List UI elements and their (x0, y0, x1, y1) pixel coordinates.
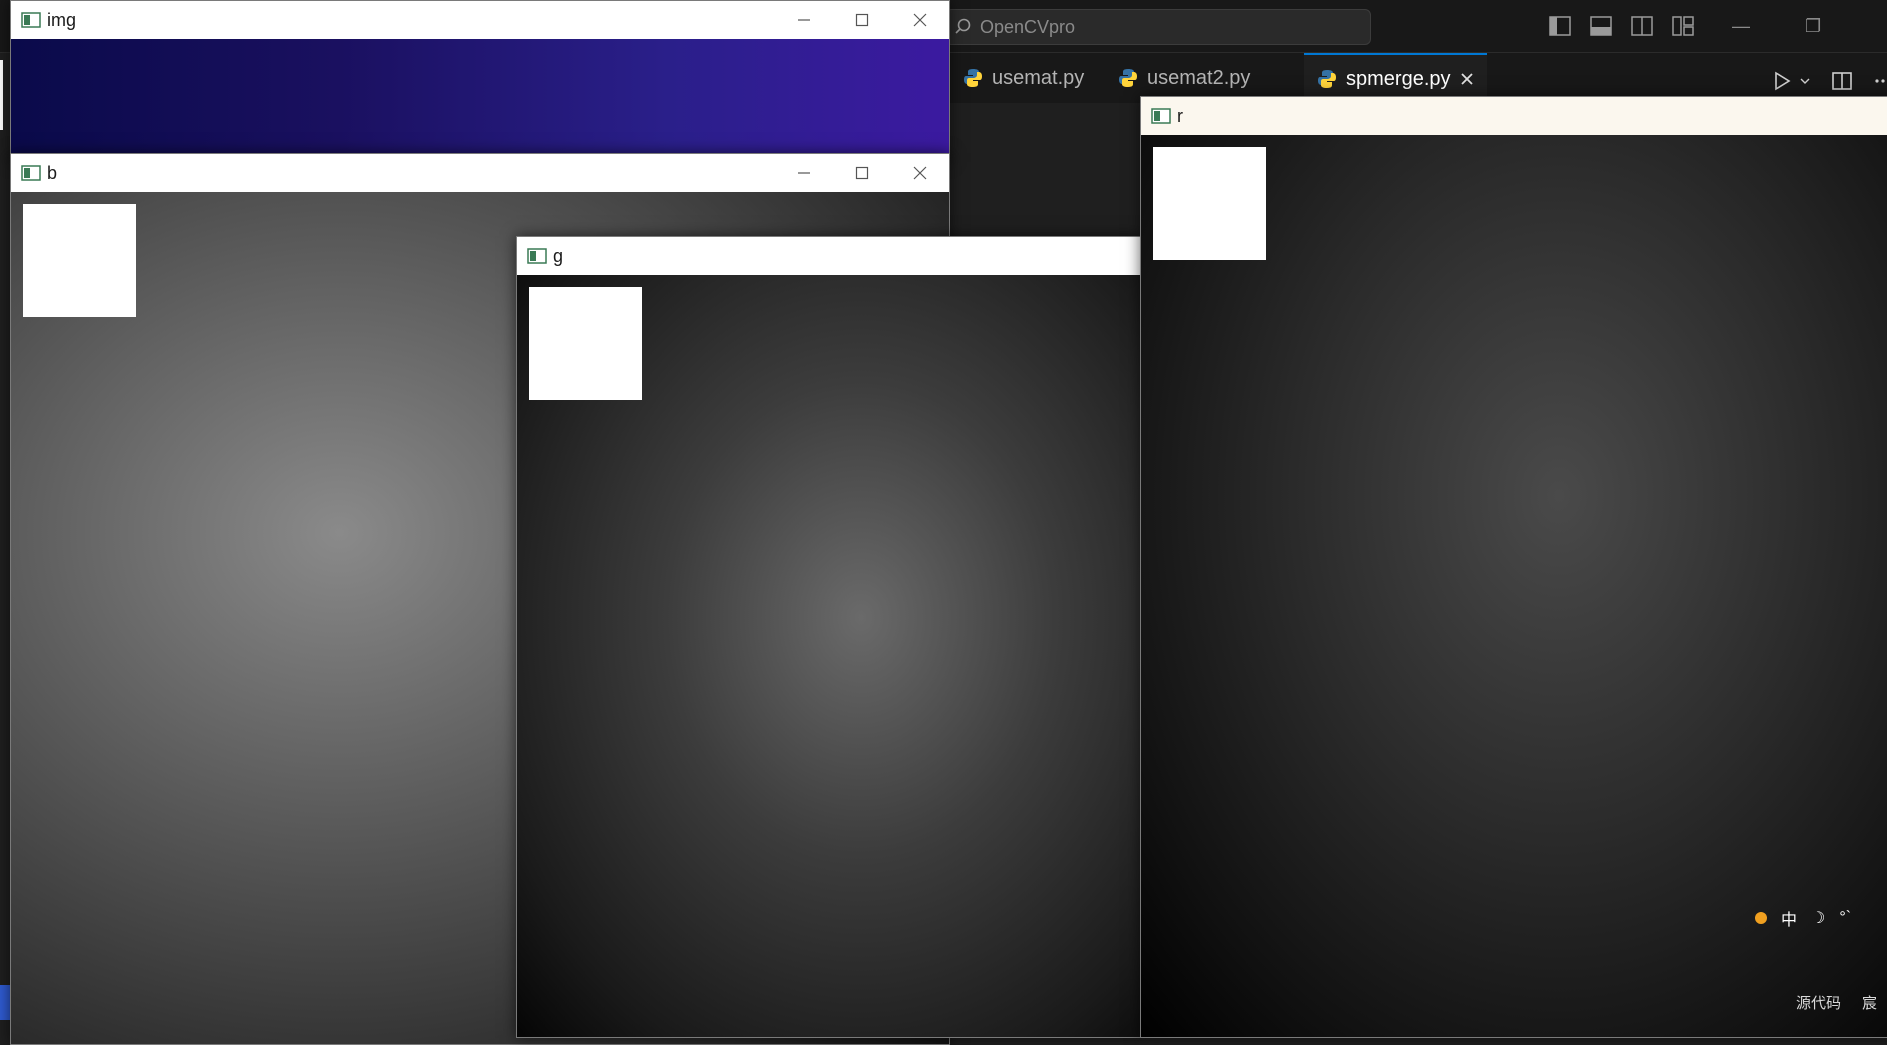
status-dot-icon (1755, 912, 1767, 924)
app-icon (527, 248, 547, 264)
desktop-edge (0, 60, 3, 130)
split-editor-icon[interactable] (1831, 70, 1853, 92)
window-title: r (1177, 105, 1183, 126)
image-canvas (11, 39, 949, 161)
watermark-extra: 宸 (1862, 995, 1878, 1012)
green-channel-canvas (517, 275, 1142, 1037)
app-icon (1151, 108, 1171, 124)
window-img[interactable]: img (10, 0, 950, 162)
white-square (23, 204, 136, 317)
minimize-button[interactable] (775, 1, 833, 39)
python-icon (1318, 70, 1336, 88)
search-icon (955, 18, 971, 34)
window-title: g (553, 245, 564, 266)
watermark-text: 源代码 (1796, 995, 1842, 1012)
search-text: OpenCVpro (980, 16, 1076, 37)
window-title: b (47, 162, 58, 183)
window-g[interactable]: g (516, 236, 1143, 1038)
tab-label: usemat2.py (1147, 66, 1251, 89)
maximize-button[interactable] (833, 154, 891, 192)
restore-icon[interactable]: ❐ (1805, 16, 1821, 37)
close-icon[interactable] (1459, 71, 1475, 87)
close-button[interactable] (891, 1, 949, 39)
window-titlebar[interactable]: g (517, 237, 1142, 275)
window-title: img (47, 9, 77, 30)
white-square (1153, 147, 1266, 260)
customize-layout-icon[interactable] (1671, 14, 1695, 38)
red-channel-canvas (1141, 135, 1887, 1037)
layout-controls (1548, 14, 1695, 38)
settings-icon[interactable]: °` (1839, 909, 1851, 927)
toggle-panel-icon[interactable] (1589, 14, 1613, 38)
command-center-search[interactable]: OpenCVpro (945, 9, 1371, 45)
window-r[interactable]: r (1140, 96, 1887, 1038)
moon-icon[interactable]: ☽ (1811, 908, 1825, 928)
toggle-primary-sidebar-icon[interactable] (1548, 14, 1572, 38)
window-titlebar[interactable]: img (11, 1, 949, 39)
ime-tray: 中 ☽ °` (1755, 906, 1851, 930)
taskbar-edge (0, 985, 10, 1020)
python-icon (1119, 69, 1137, 87)
python-icon (964, 69, 982, 87)
close-button[interactable] (891, 154, 949, 192)
minimize-button[interactable] (775, 154, 833, 192)
tab-usemat[interactable]: usemat.py (950, 53, 1096, 103)
ime-indicator[interactable]: 中 (1781, 906, 1797, 930)
white-square (529, 287, 642, 400)
run-icon[interactable] (1771, 70, 1793, 92)
chevron-down-icon[interactable] (1799, 70, 1811, 92)
app-icon (21, 165, 41, 181)
maximize-button[interactable] (833, 1, 891, 39)
toggle-secondary-sidebar-icon[interactable] (1630, 14, 1654, 38)
tab-label: usemat.py (992, 66, 1085, 89)
editor-actions (1771, 70, 1887, 92)
minimize-icon[interactable]: — (1732, 16, 1750, 37)
window-titlebar[interactable]: r (1141, 97, 1887, 135)
app-icon (21, 12, 41, 28)
tab-label: spmerge.py (1346, 67, 1451, 90)
more-actions-icon[interactable] (1873, 70, 1887, 92)
window-titlebar[interactable]: b (11, 154, 949, 192)
